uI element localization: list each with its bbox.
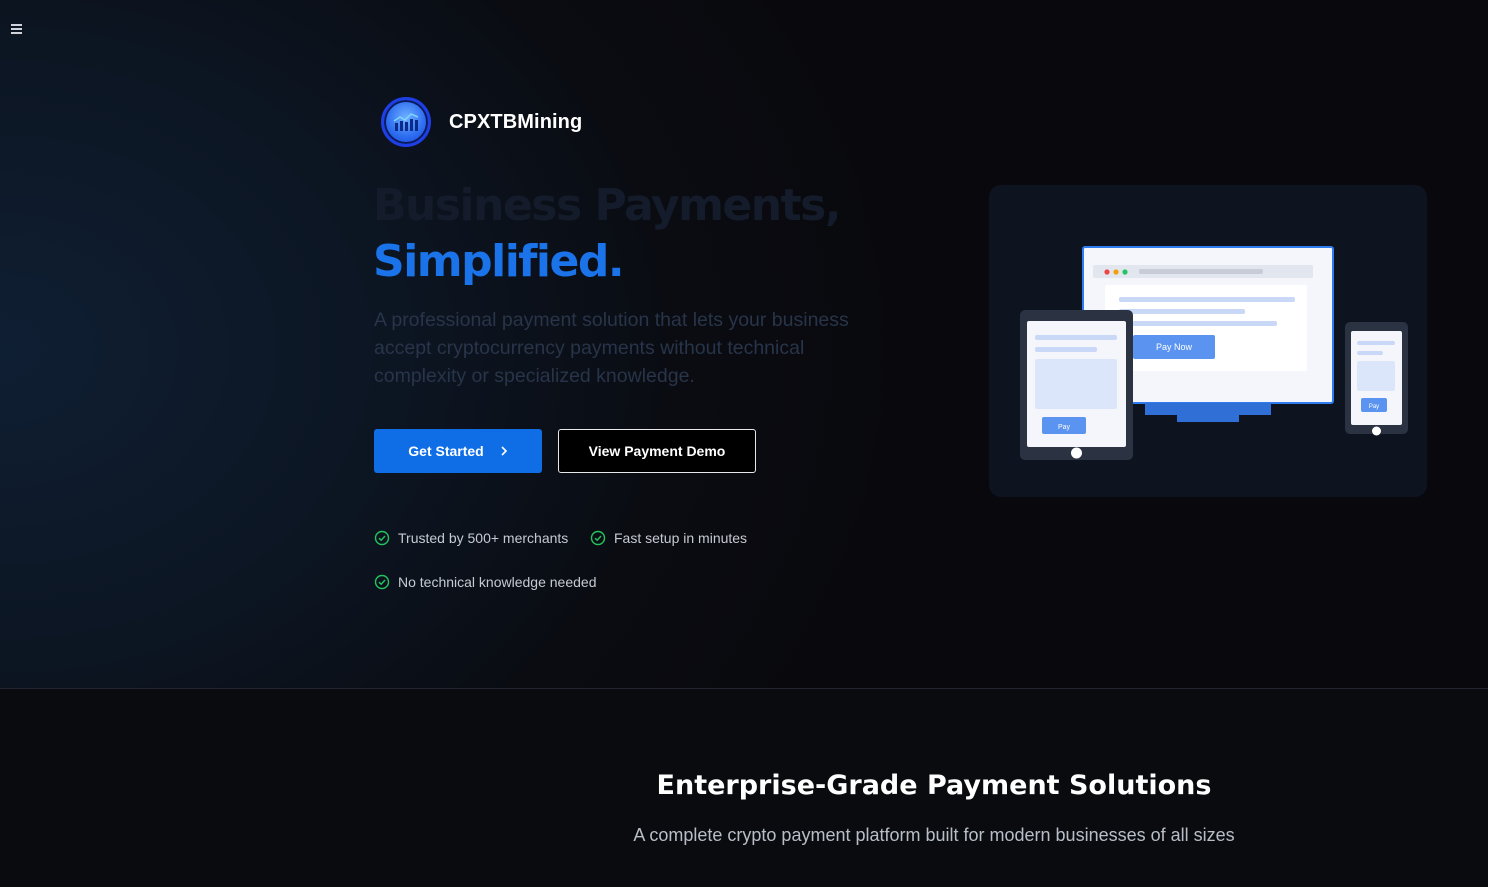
feature-label: Fast setup in minutes xyxy=(614,530,748,546)
section-title: Enterprise-Grade Payment Solutions xyxy=(656,770,1212,801)
feature-label: Trusted by 500+ merchants xyxy=(398,530,569,546)
phone-pay-button-label: Pay xyxy=(1369,404,1379,410)
feature-label: No technical knowledge needed xyxy=(398,574,597,590)
hero-section: CPXTBMining Business Payments, Simplifie… xyxy=(0,0,1488,689)
brand-name: CPXTBMining xyxy=(449,110,583,133)
get-started-button[interactable]: Get Started xyxy=(374,429,542,473)
headline-line-1: Business Payments, xyxy=(373,180,842,231)
chevron-right-icon xyxy=(501,446,507,456)
feature-item-merchants: Trusted by 500+ merchants xyxy=(374,530,568,546)
feature-item-no-knowledge: No technical knowledge needed xyxy=(374,574,596,590)
get-started-label: Get Started xyxy=(408,443,484,459)
headline-line-2: Simplified. xyxy=(373,236,625,287)
check-circle-icon xyxy=(374,574,390,590)
tablet-pay-button-label: Pay xyxy=(1058,424,1071,431)
check-circle-icon xyxy=(590,530,606,546)
hero-subtitle: A professional payment solution that let… xyxy=(374,309,849,387)
section-subtitle: A complete crypto payment platform built… xyxy=(633,825,1235,845)
brand[interactable]: CPXTBMining xyxy=(381,97,582,147)
payment-devices-illustration: Pay Now Pay Pay xyxy=(989,185,1427,497)
pay-now-button-label: Pay Now xyxy=(1156,342,1193,352)
check-circle-icon xyxy=(374,530,390,546)
devices-illustration-svg: Pay Now Pay Pay xyxy=(1020,246,1408,460)
brand-logo-icon xyxy=(381,97,431,147)
feature-item-setup: Fast setup in minutes xyxy=(590,530,747,546)
hero-headline: Business Payments, Simplified. xyxy=(373,178,842,290)
view-payment-demo-button[interactable]: View Payment Demo xyxy=(558,429,756,473)
hamburger-menu-icon[interactable] xyxy=(8,21,26,37)
view-payment-demo-label: View Payment Demo xyxy=(588,443,726,459)
